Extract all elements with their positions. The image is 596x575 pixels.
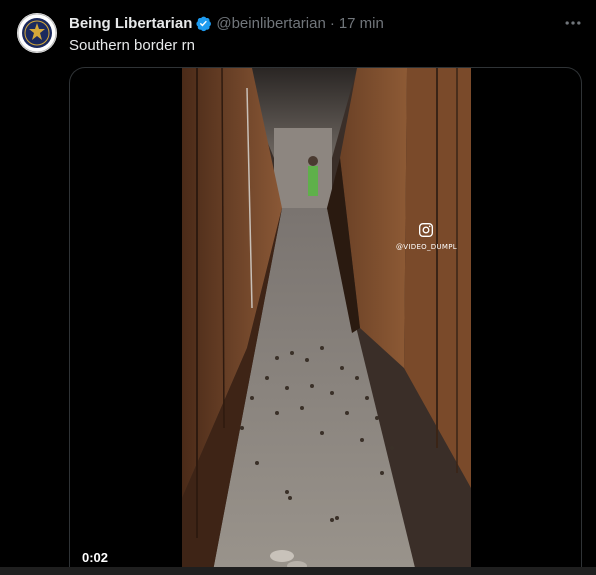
more-icon: [565, 21, 581, 25]
video-still: [182, 68, 471, 575]
tweet-header: Being Libertarian @beinlibertarian · 17 …: [69, 13, 384, 33]
author-handle[interactable]: @beinlibertarian: [216, 15, 325, 32]
video-watermark: @VIDEO_DUMPL: [396, 222, 457, 251]
video-player[interactable]: @VIDEO_DUMPL 0:02: [69, 67, 582, 575]
tweet-text: Southern border rn: [69, 37, 195, 54]
verified-badge-icon: [196, 16, 212, 31]
instagram-icon: [419, 223, 434, 237]
watermark-text: @VIDEO_DUMPL: [396, 243, 457, 251]
tweet-timestamp[interactable]: 17 min: [339, 15, 384, 32]
horizontal-scrollbar[interactable]: [0, 567, 596, 575]
avatar-logo: [17, 13, 57, 53]
video-timestamp: 0:02: [82, 550, 109, 565]
more-options-button[interactable]: [562, 12, 584, 34]
avatar[interactable]: [17, 13, 57, 53]
video-frame: [182, 68, 471, 575]
author-name[interactable]: Being Libertarian: [69, 15, 192, 32]
separator-dot: ·: [329, 14, 335, 32]
